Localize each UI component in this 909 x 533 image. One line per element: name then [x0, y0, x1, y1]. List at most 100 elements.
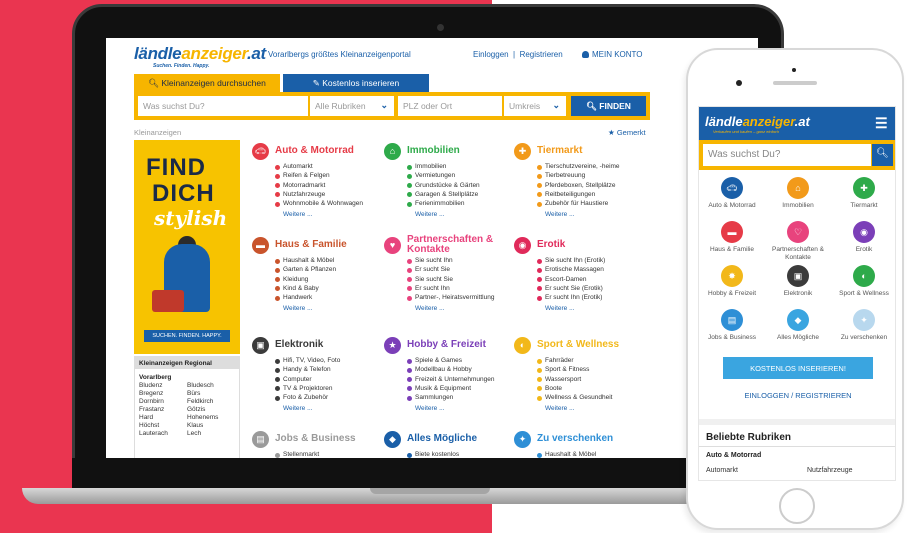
- town-link[interactable]: Klaus: [187, 422, 235, 429]
- town-link[interactable]: Bludesch: [187, 382, 235, 389]
- category-title[interactable]: Immobilien: [407, 146, 460, 156]
- category-title[interactable]: Haus & Familie: [275, 240, 347, 250]
- town-link[interactable]: Höchst: [139, 422, 187, 429]
- subcategory-link[interactable]: Haushalt & Möbel: [537, 451, 640, 458]
- mobile-category-item[interactable]: ◐ Sport & Wellness: [831, 265, 895, 303]
- mobile-category-item[interactable]: ▤ Jobs & Business: [699, 309, 765, 347]
- subcategory-link[interactable]: Automarkt: [275, 163, 378, 172]
- subcategory-link[interactable]: Motorradmarkt: [275, 182, 378, 191]
- subcategory-link[interactable]: Boote: [537, 385, 640, 394]
- category-header[interactable]: 🚗︎ Auto & Motorrad: [252, 142, 378, 160]
- subcategory-link[interactable]: Er sucht Ihn: [407, 285, 510, 294]
- radius-select[interactable]: Umkreis ⌄: [504, 96, 566, 116]
- more-link[interactable]: Weitere ...: [545, 211, 640, 218]
- subcategory-link[interactable]: Erotische Massagen: [537, 266, 640, 275]
- category-header[interactable]: ✦ Zu verschenken: [514, 430, 640, 448]
- subcategory-link[interactable]: Fahrräder: [537, 357, 640, 366]
- town-link[interactable]: Hard: [139, 414, 187, 421]
- subcategory-link[interactable]: Nutzfahrzeuge: [275, 191, 378, 200]
- tab-insert[interactable]: ✎ Kostenlos inserieren: [283, 74, 429, 92]
- mobile-category-item[interactable]: ▣ Elektronik: [765, 265, 831, 303]
- more-link[interactable]: Weitere ...: [545, 405, 640, 412]
- tab-search[interactable]: 🔍︎ Kleinanzeigen durchsuchen: [134, 74, 280, 92]
- category-title[interactable]: Tiermarkt: [537, 146, 582, 156]
- category-header[interactable]: ⌂ Immobilien: [384, 142, 510, 160]
- subcategory-link[interactable]: Garagen & Stellplätze: [407, 191, 510, 200]
- mobile-category-item[interactable]: ⌂ Immobilien: [765, 177, 831, 215]
- category-title[interactable]: Zu verschenken: [537, 434, 613, 444]
- popular-item[interactable]: Nutzfahrzeuge: [807, 467, 853, 474]
- favorites-link[interactable]: ★ Gemerkt: [608, 128, 646, 137]
- category-header[interactable]: ◆ Alles Mögliche: [384, 430, 510, 448]
- category-header[interactable]: ▬ Haus & Familie: [252, 236, 378, 254]
- mobile-category-item[interactable]: ▬ Haus & Familie: [699, 221, 765, 259]
- mobile-logo[interactable]: ländleanzeiger.at: [705, 114, 810, 129]
- subcategory-link[interactable]: Biete kostenlos: [407, 451, 510, 458]
- subcategory-link[interactable]: Wohnmobile & Wohnwagen: [275, 200, 378, 209]
- mobile-category-item[interactable]: ✚ Tiermarkt: [831, 177, 895, 215]
- town-link[interactable]: Dornbirn: [139, 398, 187, 405]
- town-link[interactable]: Hohenems: [187, 414, 235, 421]
- town-link[interactable]: Bürs: [187, 390, 235, 397]
- more-link[interactable]: Weitere ...: [415, 305, 510, 312]
- category-header[interactable]: ★ Hobby & Freizeit: [384, 336, 510, 354]
- subcategory-link[interactable]: Vermietungen: [407, 172, 510, 181]
- more-link[interactable]: Weitere ...: [545, 305, 640, 312]
- subcategory-link[interactable]: Immobilien: [407, 163, 510, 172]
- subcategory-link[interactable]: Er sucht Sie: [407, 266, 510, 275]
- region-name[interactable]: Vorarlberg: [139, 374, 235, 381]
- subcategory-link[interactable]: TV & Projektoren: [275, 385, 378, 394]
- site-logo[interactable]: ländleanzeiger.at: [134, 44, 266, 64]
- subcategory-link[interactable]: Sport & Fitness: [537, 366, 640, 375]
- subcategory-link[interactable]: Modellbau & Hobby: [407, 366, 510, 375]
- category-title[interactable]: Elektronik: [275, 340, 323, 350]
- category-title[interactable]: Sport & Wellness: [537, 340, 619, 350]
- town-link[interactable]: Frastanz: [139, 406, 187, 413]
- breadcrumb[interactable]: Kleinanzeigen: [134, 128, 181, 137]
- subcategory-link[interactable]: Er sucht Sie (Erotik): [537, 285, 640, 294]
- subcategory-link[interactable]: Freizeit & Unternehmungen: [407, 376, 510, 385]
- category-header[interactable]: ✚ Tiermarkt: [514, 142, 640, 160]
- account-link[interactable]: MEIN KONTO: [582, 50, 643, 59]
- subcategory-link[interactable]: Kind & Baby: [275, 285, 378, 294]
- category-select[interactable]: Alle Rubriken ⌄: [310, 96, 394, 116]
- subcategory-link[interactable]: Spiele & Games: [407, 357, 510, 366]
- subcategory-link[interactable]: Reifen & Felgen: [275, 172, 378, 181]
- hamburger-menu-icon[interactable]: ☰: [875, 115, 888, 132]
- subcategory-link[interactable]: Computer: [275, 376, 378, 385]
- category-header[interactable]: ▣ Elektronik: [252, 336, 378, 354]
- town-link[interactable]: Lech: [187, 430, 235, 437]
- subcategory-link[interactable]: Grundstücke & Gärten: [407, 182, 510, 191]
- town-link[interactable]: Götzis: [187, 406, 235, 413]
- search-input[interactable]: Was suchst Du?: [138, 96, 308, 116]
- subcategory-link[interactable]: Handwerk: [275, 294, 378, 303]
- mobile-category-item[interactable]: ✸ Hobby & Freizeit: [699, 265, 765, 303]
- subcategory-link[interactable]: Sie sucht Sie: [407, 276, 510, 285]
- register-link[interactable]: Registrieren: [520, 50, 563, 59]
- category-title[interactable]: Auto & Motorrad: [275, 146, 354, 156]
- mobile-search-button[interactable]: 🔍︎: [872, 144, 893, 166]
- popular-item[interactable]: Automarkt: [706, 467, 738, 474]
- mobile-login-link[interactable]: EINLOGGEN / REGISTRIEREN: [699, 391, 895, 400]
- town-link[interactable]: Bregenz: [139, 390, 187, 397]
- mobile-category-item[interactable]: ♡ Partnerschaften & Kontakte: [765, 221, 831, 261]
- subcategory-link[interactable]: Hifi, TV, Video, Foto: [275, 357, 378, 366]
- more-link[interactable]: Weitere ...: [283, 211, 378, 218]
- subcategory-link[interactable]: Garten & Pflanzen: [275, 266, 378, 275]
- town-link[interactable]: Lauterach: [139, 430, 187, 437]
- subcategory-link[interactable]: Tierbetreuung: [537, 172, 640, 181]
- more-link[interactable]: Weitere ...: [415, 405, 510, 412]
- mobile-insert-button[interactable]: KOSTENLOS INSERIEREN!: [723, 357, 873, 379]
- mobile-search-input[interactable]: Was suchst Du?: [703, 144, 871, 166]
- subcategory-link[interactable]: Zubehör für Haustiere: [537, 200, 640, 209]
- subcategory-link[interactable]: Haushalt & Möbel: [275, 257, 378, 266]
- subcategory-link[interactable]: Sie sucht Ihn: [407, 257, 510, 266]
- more-link[interactable]: Weitere ...: [415, 211, 510, 218]
- category-title[interactable]: Partnerschaften & Kontakte: [407, 235, 510, 255]
- category-header[interactable]: ▤ Jobs & Business: [252, 430, 378, 448]
- ad-banner[interactable]: FIND DICH stylish SUCHEN. FINDEN. HAPPY.: [134, 140, 240, 354]
- find-button[interactable]: 🔍︎ FINDEN: [571, 96, 646, 116]
- subcategory-link[interactable]: Tierschutzvereine, -heime: [537, 163, 640, 172]
- subcategory-link[interactable]: Wassersport: [537, 376, 640, 385]
- more-link[interactable]: Weitere ...: [283, 305, 378, 312]
